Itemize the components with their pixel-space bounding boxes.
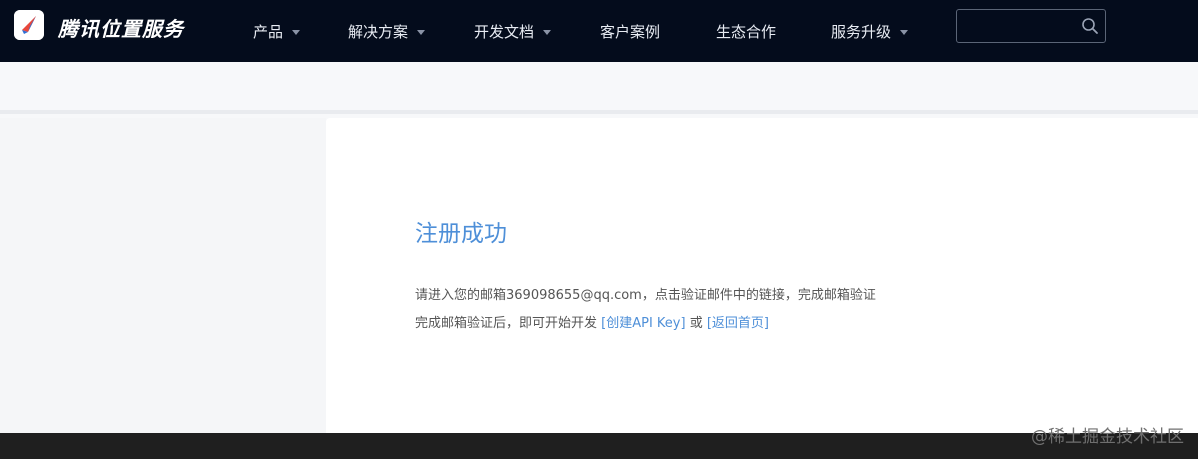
sub-header-band xyxy=(0,62,1198,114)
nav-item-ecosystem[interactable]: 生态合作 xyxy=(716,0,776,62)
nav-item-solutions[interactable]: 解决方案 xyxy=(348,0,426,62)
search-input[interactable] xyxy=(957,10,1077,42)
or-text: 或 xyxy=(685,316,707,331)
nav-item-cases[interactable]: 客户案例 xyxy=(600,0,660,62)
nav-item-label: 客户案例 xyxy=(600,22,661,41)
left-sidebar xyxy=(0,118,326,433)
nav-item-label: 生态合作 xyxy=(716,22,777,41)
brand-name[interactable]: 腾讯位置服务 xyxy=(58,13,184,42)
next-steps-prefix: 完成邮箱验证后，即可开始开发 xyxy=(415,316,602,331)
bottom-bar xyxy=(0,433,1198,459)
logo-icon[interactable] xyxy=(14,10,44,40)
chevron-down-icon xyxy=(292,29,301,35)
search-icon[interactable] xyxy=(1081,17,1099,35)
create-api-key-link[interactable]: [创建API Key] xyxy=(601,316,685,331)
nav-item-docs[interactable]: 开发文档 xyxy=(474,0,552,62)
page-title: 注册成功 xyxy=(415,221,507,247)
nav-item-label: 开发文档 xyxy=(474,22,535,41)
nav-item-upgrade[interactable]: 服务升级 xyxy=(831,0,909,62)
top-navigation: 腾讯位置服务 产品 解决方案 开发文档 客户案例 生态合作 服务升级 xyxy=(0,0,1198,62)
next-steps-text: 完成邮箱验证后，即可开始开发 [创建API Key] 或 [返回首页] xyxy=(415,312,769,331)
search-box[interactable] xyxy=(956,9,1106,43)
back-home-link[interactable]: [返回首页] xyxy=(707,316,769,331)
chevron-down-icon xyxy=(543,29,552,35)
nav-item-label: 产品 xyxy=(253,22,284,41)
email-instruction-text: 请进入您的邮箱369098655@qq.com，点击验证邮件中的链接，完成邮箱验… xyxy=(415,288,876,303)
nav-item-label: 服务升级 xyxy=(831,22,892,41)
watermark-text: @稀土掘金技术社区 xyxy=(1031,427,1184,447)
chevron-down-icon xyxy=(417,29,426,35)
chevron-down-icon xyxy=(900,29,909,35)
main-content-card: 注册成功 请进入您的邮箱369098655@qq.com，点击验证邮件中的链接，… xyxy=(326,118,1198,433)
nav-item-label: 解决方案 xyxy=(348,22,409,41)
nav-item-products[interactable]: 产品 xyxy=(253,0,301,62)
